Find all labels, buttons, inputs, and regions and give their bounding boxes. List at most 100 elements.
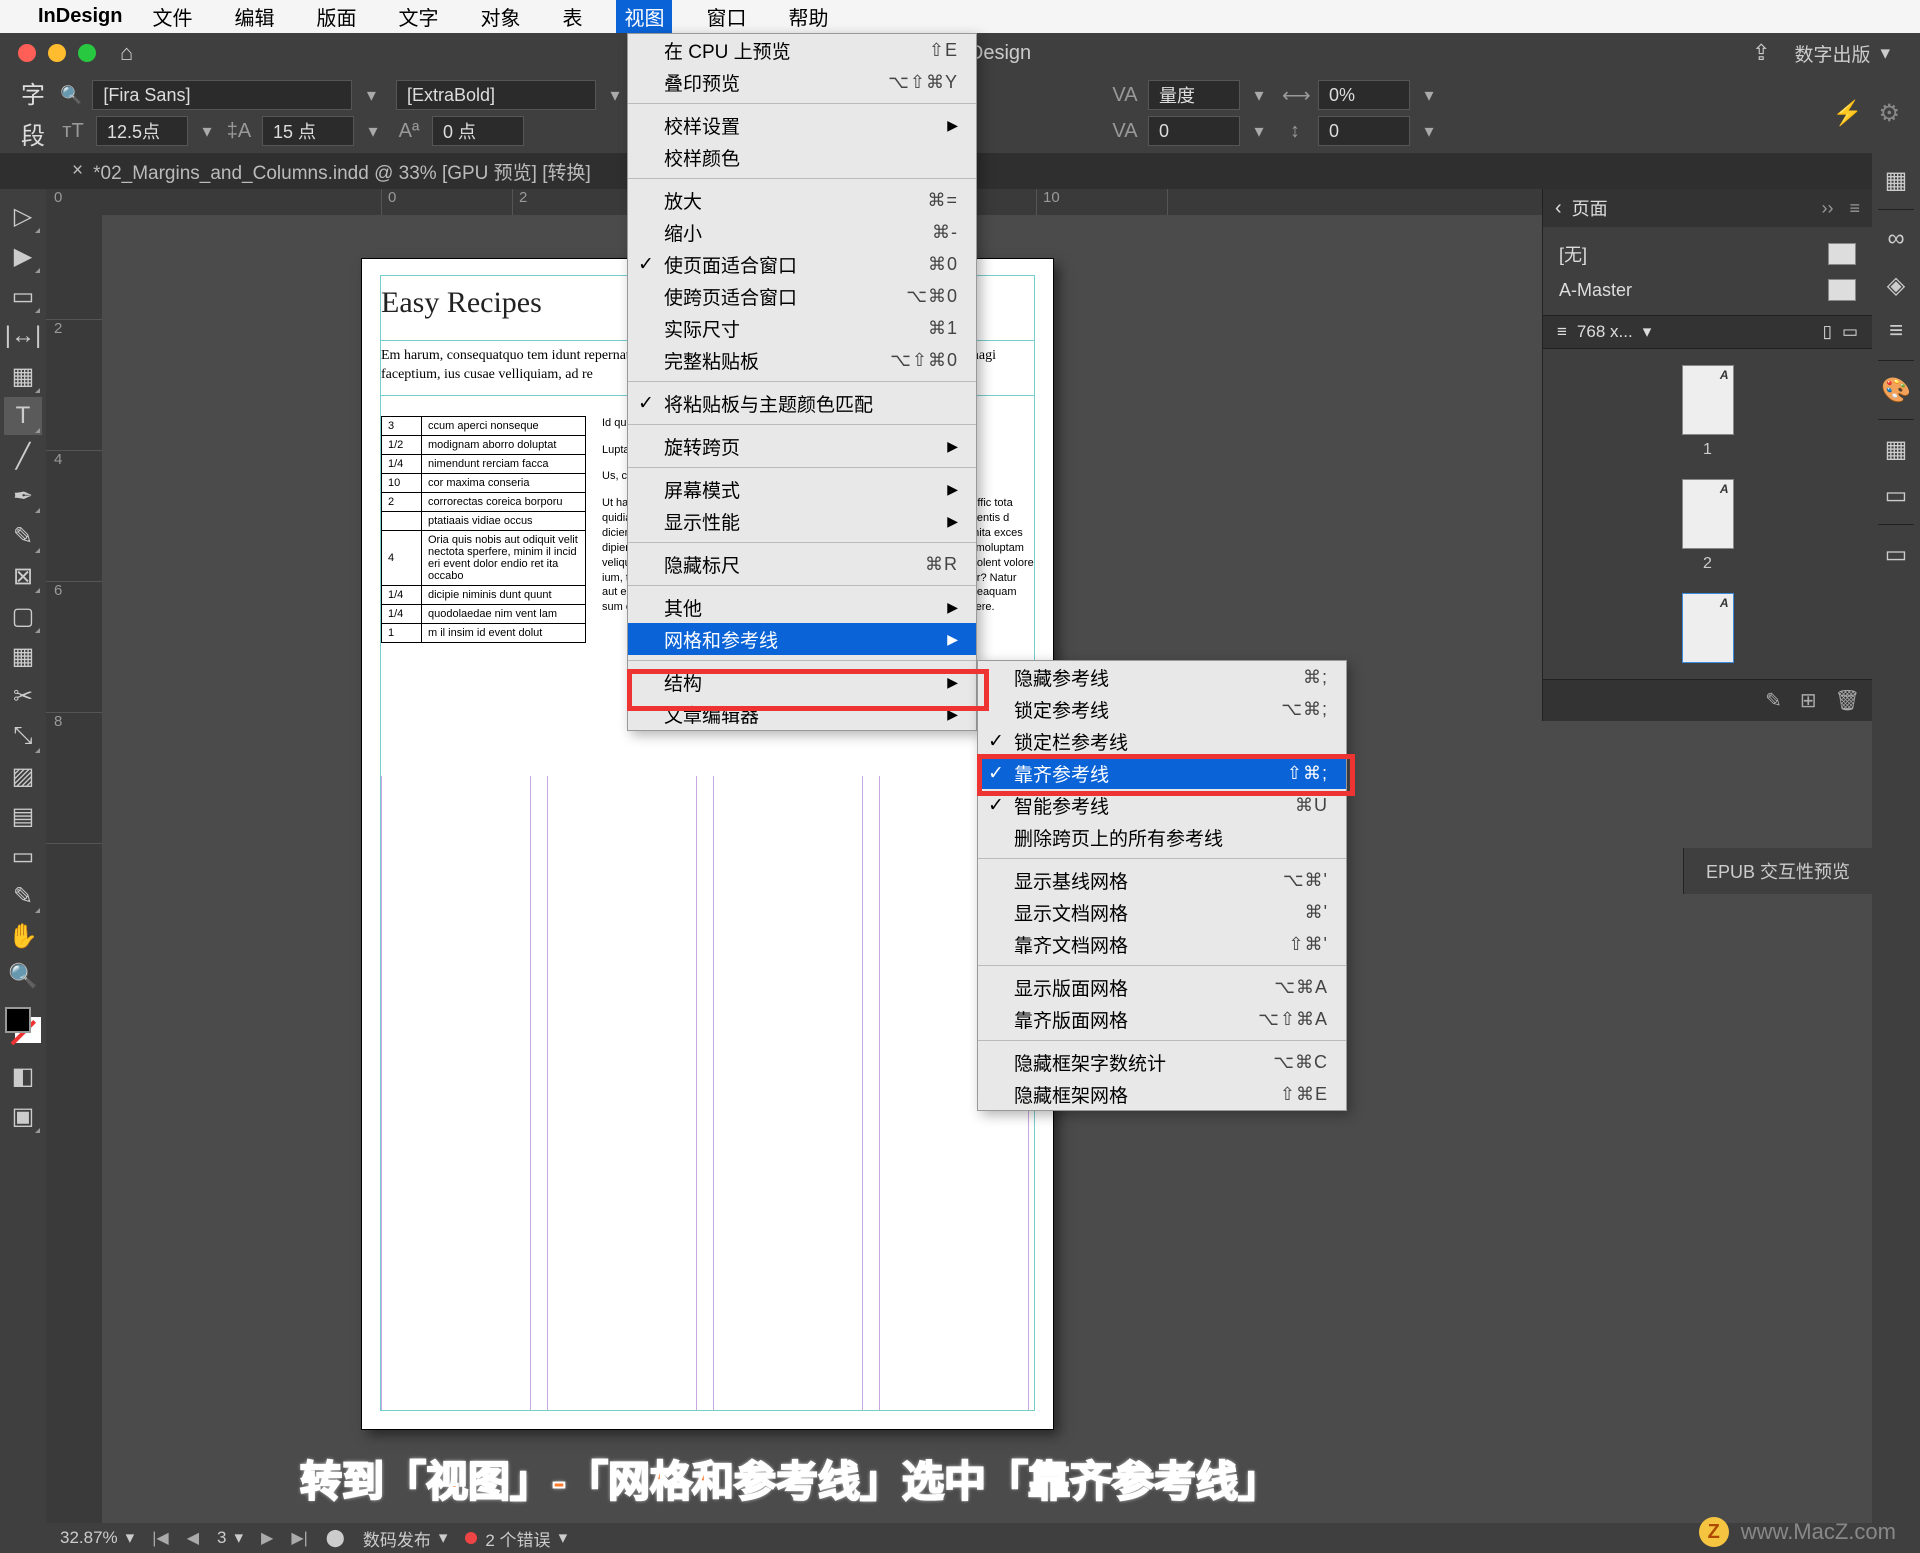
line-tool[interactable]: ╱ (4, 437, 42, 475)
view-menu-item[interactable]: 屏幕模式▶ (628, 473, 976, 505)
next-page-icon[interactable]: ▶ (261, 1528, 273, 1548)
view-menu-item[interactable]: ✓将粘贴板与主题颜色匹配 (628, 387, 976, 419)
chevron-down-icon[interactable]: ▾ (606, 85, 624, 106)
expand-icon[interactable]: ›› (1821, 198, 1833, 219)
view-menu-item[interactable]: 缩小⌘- (628, 216, 976, 248)
view-menu-item[interactable]: 校样设置▶ (628, 109, 976, 141)
errors-indicator[interactable]: 2 个错误▾ (465, 1526, 567, 1551)
view-menu-item[interactable]: 文章编辑器▶ (628, 698, 976, 730)
menu-view[interactable]: 视图 (616, 0, 672, 35)
orientation-portrait-icon[interactable]: ▯ (1823, 322, 1832, 342)
direct-selection-tool[interactable]: ▶ (4, 237, 42, 275)
workspace-field[interactable]: 数码发布▾ (363, 1526, 448, 1551)
pen-tool[interactable]: ✒ (4, 477, 42, 515)
view-menu-item[interactable]: 隐藏标尺⌘R (628, 548, 976, 580)
menu-object[interactable]: 对象 (472, 0, 528, 35)
edit-page-icon[interactable]: ✎ (1765, 688, 1782, 713)
gradient-swatch-tool[interactable]: ▨ (4, 757, 42, 795)
panel-menu-icon[interactable]: ≡ (1849, 198, 1860, 219)
font-size-field[interactable]: 12.5点 (96, 116, 188, 146)
page-thumb-1[interactable]: A1 (1682, 365, 1734, 459)
hscale-field[interactable]: 0% (1318, 80, 1410, 110)
flash-icon[interactable]: ⚡ (1833, 99, 1863, 128)
view-menu-item[interactable]: 在 CPU 上预览⇧E (628, 34, 976, 66)
cc-libraries-panel-icon[interactable]: ▭ (1876, 474, 1916, 516)
prev-page-icon[interactable]: ◀ (187, 1528, 199, 1548)
new-page-icon[interactable]: ⊞ (1800, 688, 1817, 713)
master-none-row[interactable]: [无] (1543, 235, 1872, 273)
rectangle-tool[interactable]: ▢ (4, 597, 42, 635)
master-a-row[interactable]: A-Master (1543, 273, 1872, 307)
view-menu-item[interactable]: 网格和参考线▶ (628, 623, 976, 655)
free-transform-tool[interactable]: ⤡ (4, 717, 42, 755)
pencil-tool[interactable]: ✎ (4, 517, 42, 555)
grid-submenu-item[interactable]: 隐藏框架字数统计⌥⌘C (978, 1046, 1346, 1078)
links-panel-icon[interactable]: ∞ (1876, 218, 1916, 260)
tracking-field[interactable]: 0 (1148, 116, 1240, 146)
view-menu-item[interactable]: 旋转跨页▶ (628, 430, 976, 462)
stroke-panel-icon[interactable]: ≡ (1876, 310, 1916, 352)
page-size-selector[interactable]: ≡ 768 x... ▾ ▯ ▭ (1543, 315, 1872, 349)
view-menu-item[interactable]: ✓使页面适合窗口⌘0 (628, 248, 976, 280)
grid-submenu-item[interactable]: 显示版面网格⌥⌘A (978, 971, 1346, 1003)
grid-submenu-item[interactable]: ✓智能参考线⌘U (978, 789, 1346, 821)
view-menu-item[interactable]: 校样颜色 (628, 141, 976, 173)
grid-submenu-item[interactable]: 显示基线网格⌥⌘' (978, 864, 1346, 896)
chevron-down-icon[interactable]: ▾ (364, 121, 382, 142)
apply-color-tool[interactable]: ◧ (4, 1057, 42, 1095)
menu-help[interactable]: 帮助 (780, 0, 836, 35)
epub-panel-icon[interactable]: ▭ (1876, 533, 1916, 575)
grid-submenu-item[interactable]: 隐藏参考线⌘; (978, 661, 1346, 693)
view-menu-item[interactable]: 显示性能▶ (628, 505, 976, 537)
zoom-level-field[interactable]: 32.87%▾ (60, 1528, 134, 1548)
orientation-landscape-icon[interactable]: ▭ (1842, 322, 1858, 342)
page-number-field[interactable]: 3▾ (217, 1528, 243, 1548)
font-family-field[interactable]: [Fira Sans] (92, 80, 352, 110)
chevron-down-icon[interactable]: ▾ (1250, 121, 1268, 142)
paragraph-mode-button[interactable]: 段 (20, 116, 46, 151)
vscale-field[interactable]: 0 (1318, 116, 1410, 146)
grid-submenu-item[interactable]: 锁定参考线⌥⌘; (978, 693, 1346, 725)
view-menu-item[interactable]: 完整粘贴板⌥⇧⌘0 (628, 344, 976, 376)
grid-submenu-item[interactable]: 显示文档网格⌘' (978, 896, 1346, 928)
gap-tool[interactable]: |↔| (4, 317, 42, 355)
kerning-field[interactable]: 量度 (1148, 80, 1240, 110)
share-icon[interactable]: ⇪ (1752, 40, 1770, 66)
epub-preview-tab[interactable]: EPUB 交互性预览 (1683, 848, 1872, 894)
hand-tool[interactable]: ✋ (4, 917, 42, 955)
close-window-icon[interactable] (18, 44, 36, 62)
menu-file[interactable]: 文件 (144, 0, 200, 35)
baseline-shift-field[interactable]: 0 点 (432, 116, 524, 146)
layers-panel-icon[interactable]: ◈ (1876, 264, 1916, 306)
page-tool[interactable]: ▭ (4, 277, 42, 315)
grid-submenu-item[interactable]: ✓锁定栏参考线 (978, 725, 1346, 757)
note-tool[interactable]: ▭ (4, 837, 42, 875)
view-menu-item[interactable]: 使跨页适合窗口⌥⌘0 (628, 280, 976, 312)
scissors-tool[interactable]: ✂ (4, 677, 42, 715)
first-page-icon[interactable]: |◀ (152, 1528, 168, 1548)
view-menu-item[interactable]: 其他▶ (628, 591, 976, 623)
screen-mode-tool[interactable]: ▣ (4, 1097, 42, 1135)
close-tab-icon[interactable]: × (72, 160, 83, 182)
font-style-field[interactable]: [ExtraBold] (396, 80, 596, 110)
home-icon[interactable]: ⌂ (120, 40, 133, 66)
leading-field[interactable]: 15 点 (262, 116, 354, 146)
grid-submenu-item[interactable]: ✓靠齐参考线⇧⌘; (978, 757, 1346, 789)
chevron-down-icon[interactable]: ▾ (1250, 85, 1268, 106)
grid-submenu-item[interactable]: 删除跨页上的所有参考线 (978, 821, 1346, 853)
page-thumb-2[interactable]: A2 (1682, 479, 1734, 573)
content-collector-tool[interactable]: ▦ (4, 357, 42, 395)
page-thumb-3[interactable]: A (1682, 593, 1734, 663)
settings-icon[interactable]: ⚙ (1878, 99, 1900, 128)
menu-layout[interactable]: 版面 (308, 0, 364, 35)
view-menu-item[interactable]: 结构▶ (628, 666, 976, 698)
menu-type[interactable]: 文字 (390, 0, 446, 35)
menu-edit[interactable]: 编辑 (226, 0, 282, 35)
panel-collapse-icon[interactable]: ‹ (1555, 197, 1562, 220)
pages-panel-icon[interactable]: ▦ (1876, 159, 1916, 201)
grid-submenu-item[interactable]: 隐藏框架网格⇧⌘E (978, 1078, 1346, 1110)
chevron-down-icon[interactable]: ▾ (1420, 121, 1438, 142)
menu-table[interactable]: 表 (554, 0, 590, 35)
grid-submenu-item[interactable]: 靠齐文档网格⇧⌘' (978, 928, 1346, 960)
character-mode-button[interactable]: 字 (20, 75, 46, 110)
